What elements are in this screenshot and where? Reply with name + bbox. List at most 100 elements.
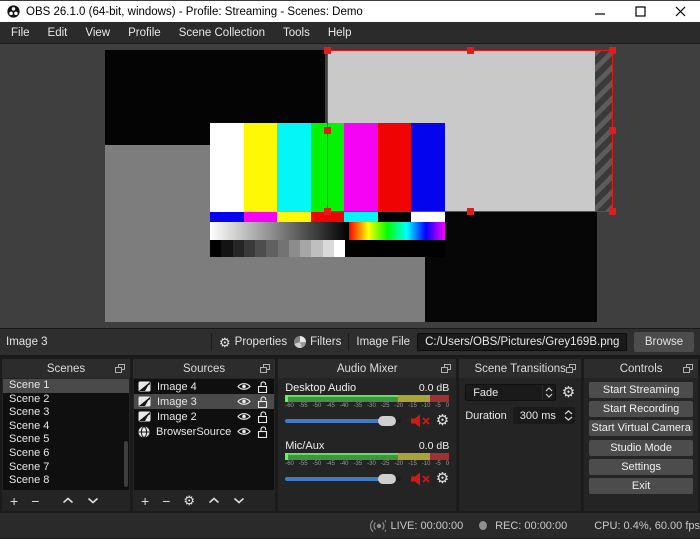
- move-scene-down-button[interactable]: [87, 497, 99, 504]
- mute-button[interactable]: [410, 472, 432, 486]
- lock-icon: [258, 395, 268, 408]
- volume-slider[interactable]: [285, 473, 402, 484]
- selection-handle[interactable]: [609, 127, 616, 134]
- source-item-image-3[interactable]: Image 3: [134, 394, 275, 409]
- tick-label: -35: [353, 403, 363, 409]
- image-file-label: Image File: [356, 336, 411, 348]
- close-button[interactable]: [660, 1, 700, 22]
- scene-item-scene-4[interactable]: Scene 4: [3, 420, 129, 434]
- scene-item-scene-8[interactable]: Scene 8: [3, 474, 129, 488]
- toggle-visibility-button[interactable]: [237, 382, 251, 391]
- slider-handle[interactable]: [378, 473, 397, 484]
- selection-handle[interactable]: [467, 47, 474, 54]
- remove-source-button[interactable]: −: [162, 494, 170, 508]
- source-item-browsersource[interactable]: BrowserSource: [134, 424, 274, 439]
- close-icon: [675, 6, 685, 17]
- minimize-button[interactable]: [580, 1, 620, 22]
- scene-item-black-bottom[interactable]: [425, 212, 597, 322]
- image-source-icon: [138, 411, 151, 422]
- audio-mixer-panel: Audio Mixer Desktop Audio 0.0 dB -60 -55 -50…: [278, 359, 457, 511]
- menu-item-view[interactable]: View: [76, 27, 119, 39]
- selection-handle[interactable]: [324, 208, 331, 215]
- maximize-button[interactable]: [620, 1, 660, 22]
- source-item-image-2[interactable]: Image 2: [134, 409, 274, 424]
- selection-handle[interactable]: [467, 208, 474, 215]
- meter-zone: [398, 395, 430, 402]
- properties-button[interactable]: ⚙ Properties: [219, 336, 287, 349]
- toggle-visibility-button[interactable]: [237, 397, 251, 406]
- properties-label: Properties: [234, 336, 288, 348]
- channel-settings-button[interactable]: ⚙: [436, 413, 449, 428]
- studio-mode-button[interactable]: Studio Mode: [589, 439, 693, 456]
- exit-button[interactable]: Exit: [589, 477, 693, 494]
- move-source-down-button[interactable]: [233, 497, 245, 504]
- obs-window: OBS 26.1.0 (64-bit, windows) - Profile: …: [0, 0, 700, 539]
- toggle-lock-button[interactable]: [257, 425, 268, 438]
- source-item-image-4[interactable]: Image 4: [134, 379, 274, 394]
- transition-properties-button[interactable]: ⚙: [562, 385, 575, 400]
- tick-label: -5: [435, 403, 441, 409]
- selection-outline[interactable]: [324, 47, 616, 215]
- gear-icon: ⚙: [219, 334, 231, 350]
- menu-item-help[interactable]: Help: [319, 27, 361, 39]
- scene-item-scene-5[interactable]: Scene 5: [3, 433, 129, 447]
- chevron-down-icon: [545, 393, 553, 398]
- move-scene-up-button[interactable]: [62, 497, 74, 504]
- browse-button[interactable]: Browse: [634, 332, 694, 352]
- toggle-lock-button[interactable]: [257, 380, 268, 393]
- image-file-input[interactable]: [417, 333, 627, 351]
- scenes-scrollbar[interactable]: [124, 441, 128, 487]
- duration-spinbox[interactable]: 300 ms: [512, 407, 575, 424]
- filters-button[interactable]: Filters: [294, 336, 341, 348]
- mute-button-icon: [411, 414, 430, 427]
- cpu-fps-stats: CPU: 0.4%, 60.00 fps: [594, 519, 700, 532]
- tick-label: -5: [435, 461, 441, 467]
- settings-button[interactable]: Settings: [589, 458, 693, 475]
- color-bar-small: [243, 212, 278, 222]
- move-source-up-button[interactable]: [208, 497, 220, 504]
- start-streaming-button[interactable]: Start Streaming: [589, 382, 693, 398]
- scene-item-scene-6[interactable]: Scene 6: [3, 447, 129, 461]
- slider-handle[interactable]: [378, 415, 397, 426]
- scene-item-scene-7[interactable]: Scene 7: [3, 461, 129, 475]
- menu-item-profile[interactable]: Profile: [119, 27, 170, 39]
- channel-db-value: 0.0 dB: [418, 382, 450, 394]
- add-scene-button[interactable]: +: [10, 494, 18, 508]
- channel-db-value: 0.0 dB: [418, 440, 450, 452]
- menu-item-scene-collection[interactable]: Scene Collection: [170, 27, 274, 39]
- selection-handle[interactable]: [324, 47, 331, 54]
- start-virtual-camera-button[interactable]: Start Virtual Camera: [589, 420, 693, 437]
- menu-item-edit[interactable]: Edit: [39, 27, 77, 39]
- slider-fill: [285, 418, 381, 423]
- source-properties-button[interactable]: ⚙: [183, 494, 195, 507]
- transition-select[interactable]: Fade: [465, 384, 556, 401]
- spin-down-button[interactable]: [564, 416, 573, 421]
- visibility-eye-icon: [237, 428, 251, 435]
- toggle-visibility-button[interactable]: [237, 427, 251, 436]
- scene-item-scene-3[interactable]: Scene 3: [3, 406, 129, 420]
- menu-item-file[interactable]: File: [2, 27, 39, 39]
- volume-slider[interactable]: [285, 415, 402, 426]
- selection-handle[interactable]: [609, 208, 616, 215]
- tick-label: -20: [394, 403, 404, 409]
- scene-item-scene-1[interactable]: Scene 1: [3, 379, 129, 393]
- toggle-lock-button[interactable]: [257, 395, 268, 408]
- add-source-button[interactable]: +: [141, 494, 149, 508]
- spin-up-button[interactable]: [564, 410, 573, 415]
- menu-item-tools[interactable]: Tools: [274, 27, 319, 39]
- color-bar: [210, 123, 244, 212]
- selection-handle[interactable]: [609, 47, 616, 54]
- maximize-icon: [634, 6, 646, 17]
- scene-item-scene-2[interactable]: Scene 2: [3, 393, 129, 407]
- gray-step: [333, 240, 346, 257]
- tick-label: -40: [339, 403, 349, 409]
- controls-panel: Controls Start Streaming Start Recording S…: [584, 359, 698, 511]
- toggle-visibility-button[interactable]: [237, 412, 251, 421]
- remove-scene-button[interactable]: −: [31, 494, 39, 508]
- toggle-lock-button[interactable]: [257, 410, 268, 423]
- mixer-panel-header: Audio Mixer: [278, 359, 457, 378]
- mute-button[interactable]: [410, 414, 432, 428]
- start-recording-button[interactable]: Start Recording: [589, 401, 693, 418]
- selection-handle[interactable]: [324, 127, 331, 134]
- channel-settings-button[interactable]: ⚙: [436, 471, 449, 486]
